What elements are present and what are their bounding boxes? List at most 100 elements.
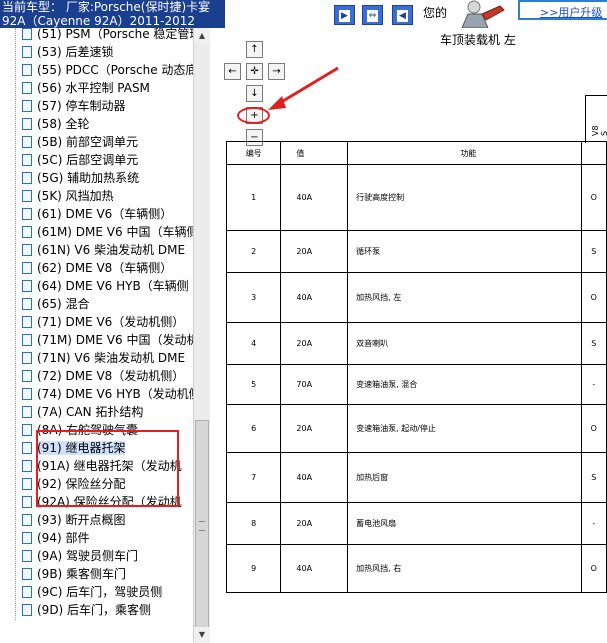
tree-item[interactable]: (56) 水平控制 PASM: [22, 79, 150, 97]
tree-item[interactable]: (64) DME V6 HYB（车辆侧: [22, 277, 189, 295]
cell-func: 双音喇叭: [347, 322, 582, 365]
tree-item[interactable]: (74) DME V6 HYB（发动机侧: [22, 385, 194, 403]
tree-scrollbar[interactable]: ▲ ▼: [193, 28, 210, 643]
user-upgrade-link[interactable]: >>用户升级: [518, 0, 607, 20]
expand-button[interactable]: ⇔: [362, 5, 383, 25]
document-icon: [22, 496, 32, 508]
tree-item-label: (71M) DME V6 中国（发动机: [37, 333, 194, 347]
tree-item[interactable]: (93) 断开点概图: [22, 511, 125, 529]
col-header-v8: [580, 141, 607, 165]
tree-item-label: (5C) 后部空调单元: [37, 153, 139, 167]
cell-amp: 40A: [280, 272, 349, 323]
cell-amp: 40A: [280, 544, 349, 593]
tree-item[interactable]: (61) DME V6（车辆侧）: [22, 205, 172, 223]
tree-item-label: (51) PSM（Porsche 稳定管理: [37, 28, 194, 41]
tree-item[interactable]: (71) DME V6（发动机侧）: [22, 313, 184, 331]
cell-v8: O: [580, 404, 607, 453]
step-left-button[interactable]: ◀: [392, 5, 413, 25]
tree-item-label: (65) 混合: [37, 297, 90, 311]
tree-item-label: (9C) 后车门，驾驶员侧: [37, 585, 163, 599]
tree-item[interactable]: (65) 混合: [22, 295, 89, 313]
tree-item[interactable]: (5K) 风挡加热: [22, 187, 114, 205]
greeting-text: 您的: [423, 6, 448, 20]
cell-num: 5: [225, 364, 282, 405]
tree-item-label: (72) DME V8（发动机侧）: [37, 369, 185, 383]
scroll-down-icon[interactable]: ▼: [194, 627, 210, 643]
cell-func: 加热风挡, 左: [347, 272, 582, 323]
step-right-button[interactable]: ▶: [334, 5, 355, 25]
document-icon: [22, 118, 32, 130]
document-icon: [22, 352, 32, 364]
scroll-up-icon[interactable]: ▲: [194, 28, 210, 44]
table-row: 5 70A 变速箱油泵, 混合 -: [225, 364, 607, 405]
pan-up-button[interactable]: ↑: [246, 41, 263, 58]
tree-item-label: (58) 全轮: [37, 117, 90, 131]
cell-func: 蓄电池风扇: [347, 502, 582, 545]
document-icon: [22, 442, 32, 454]
scroll-thumb[interactable]: [195, 420, 209, 638]
tree-item-label: (61N) V6 柴油发动机 DME: [37, 243, 186, 257]
tree-item[interactable]: (9A) 驾驶员侧车门: [22, 547, 138, 565]
cell-amp: 40A: [280, 452, 349, 503]
tree-item[interactable]: (57) 停车制动器: [22, 97, 125, 115]
tree-item[interactable]: (71M) DME V6 中国（发动机: [22, 331, 194, 349]
cell-num: 6: [225, 404, 282, 453]
cell-v8: -: [580, 502, 607, 545]
tree-item-label: (9D) 后车门，乘客侧: [37, 603, 152, 617]
tree-item[interactable]: (5C) 后部空调单元: [22, 151, 138, 169]
tree-item[interactable]: (5G) 辅助加热系统: [22, 169, 139, 187]
table-row: 8 20A 蓄电池风扇 -: [225, 502, 607, 545]
tree-item[interactable]: (62) DME V8（车辆侧）: [22, 259, 172, 277]
tree-item[interactable]: (55) PDCC（Porsche 动态底: [22, 61, 193, 79]
tree-item[interactable]: (7A) CAN 拓扑结构: [22, 403, 143, 421]
cell-num: 8: [225, 502, 282, 545]
tree-item[interactable]: (61M) DME V6 中国（车辆侧: [22, 223, 194, 241]
tree-item-label: (74) DME V6 HYB（发动机侧: [37, 387, 194, 401]
cell-func: 加热风挡, 右: [347, 544, 582, 593]
annotation-highlight-box: [36, 430, 179, 507]
tree-item[interactable]: (9D) 后车门，乘客侧: [22, 601, 151, 619]
col-header-num: 编号: [225, 141, 282, 165]
pan-left-button[interactable]: ←: [224, 63, 241, 80]
document-icon: [22, 316, 32, 328]
cell-func: 行驶高度控制: [347, 164, 582, 231]
cell-num: 1: [225, 164, 282, 231]
table-row: 6 20A 变速箱油泵, 起动/停止 O: [225, 404, 607, 453]
document-icon: [22, 46, 32, 58]
table-row: 3 40A 加热风挡, 左O: [225, 272, 607, 323]
tree-item[interactable]: (94) 部件: [22, 529, 89, 547]
tree-item[interactable]: (51) PSM（Porsche 稳定管理: [22, 28, 194, 43]
tree-item-label: (64) DME V6 HYB（车辆侧: [37, 279, 189, 293]
cell-v8: -: [580, 364, 607, 405]
tree-item[interactable]: (72) DME V8（发动机侧）: [22, 367, 184, 385]
document-icon: [22, 28, 32, 40]
tree-item-label: (94) 部件: [37, 531, 90, 545]
tree-item[interactable]: (9B) 乘客侧车门: [22, 565, 126, 583]
fuse-table: 编号 值 功能 1 40A 行驶高度控制 O 2 20A 循环泵 S 3 40A 加热风挡, 左O4…: [225, 141, 607, 593]
cell-num: 9: [225, 544, 282, 593]
document-icon: [22, 244, 32, 256]
table-row: 4 20A 双音喇叭 S: [225, 322, 607, 365]
tree-item-label: (5B) 前部空调单元: [37, 135, 139, 149]
tree-item-label: (7A) CAN 拓扑结构: [37, 405, 144, 419]
vehicle-line-1: 当前车型： 厂家:Porsche(保时捷)卡宴: [2, 0, 211, 14]
tree-item[interactable]: (5B) 前部空调单元: [22, 133, 138, 151]
tree-item[interactable]: (71N) V6 柴油发动机 DME: [22, 349, 185, 367]
tree-item[interactable]: (9C) 后车门，驾驶员侧: [22, 583, 162, 601]
tree-item[interactable]: (58) 全轮: [22, 115, 89, 133]
table-row: 1 40A 行驶高度控制 O: [225, 164, 607, 231]
document-icon: [22, 82, 32, 94]
tree-item[interactable]: (61N) V6 柴油发动机 DME: [22, 241, 185, 259]
document-icon: [22, 568, 32, 580]
document-icon: [22, 280, 32, 292]
cell-amp: 20A: [280, 404, 349, 453]
document-icon: [22, 478, 32, 490]
document-icon: [22, 190, 32, 202]
tree-item-label: (71) DME V6（发动机侧）: [37, 315, 185, 329]
table-row: 2 20A 循环泵 S: [225, 230, 607, 273]
v8-column-header: V8 S: [585, 95, 607, 143]
tree-item[interactable]: (53) 后差速锁: [22, 43, 113, 61]
cell-amp: 20A: [280, 230, 349, 273]
tree-item-label: (61M) DME V6 中国（车辆侧: [37, 225, 194, 239]
cell-num: 7: [225, 452, 282, 503]
